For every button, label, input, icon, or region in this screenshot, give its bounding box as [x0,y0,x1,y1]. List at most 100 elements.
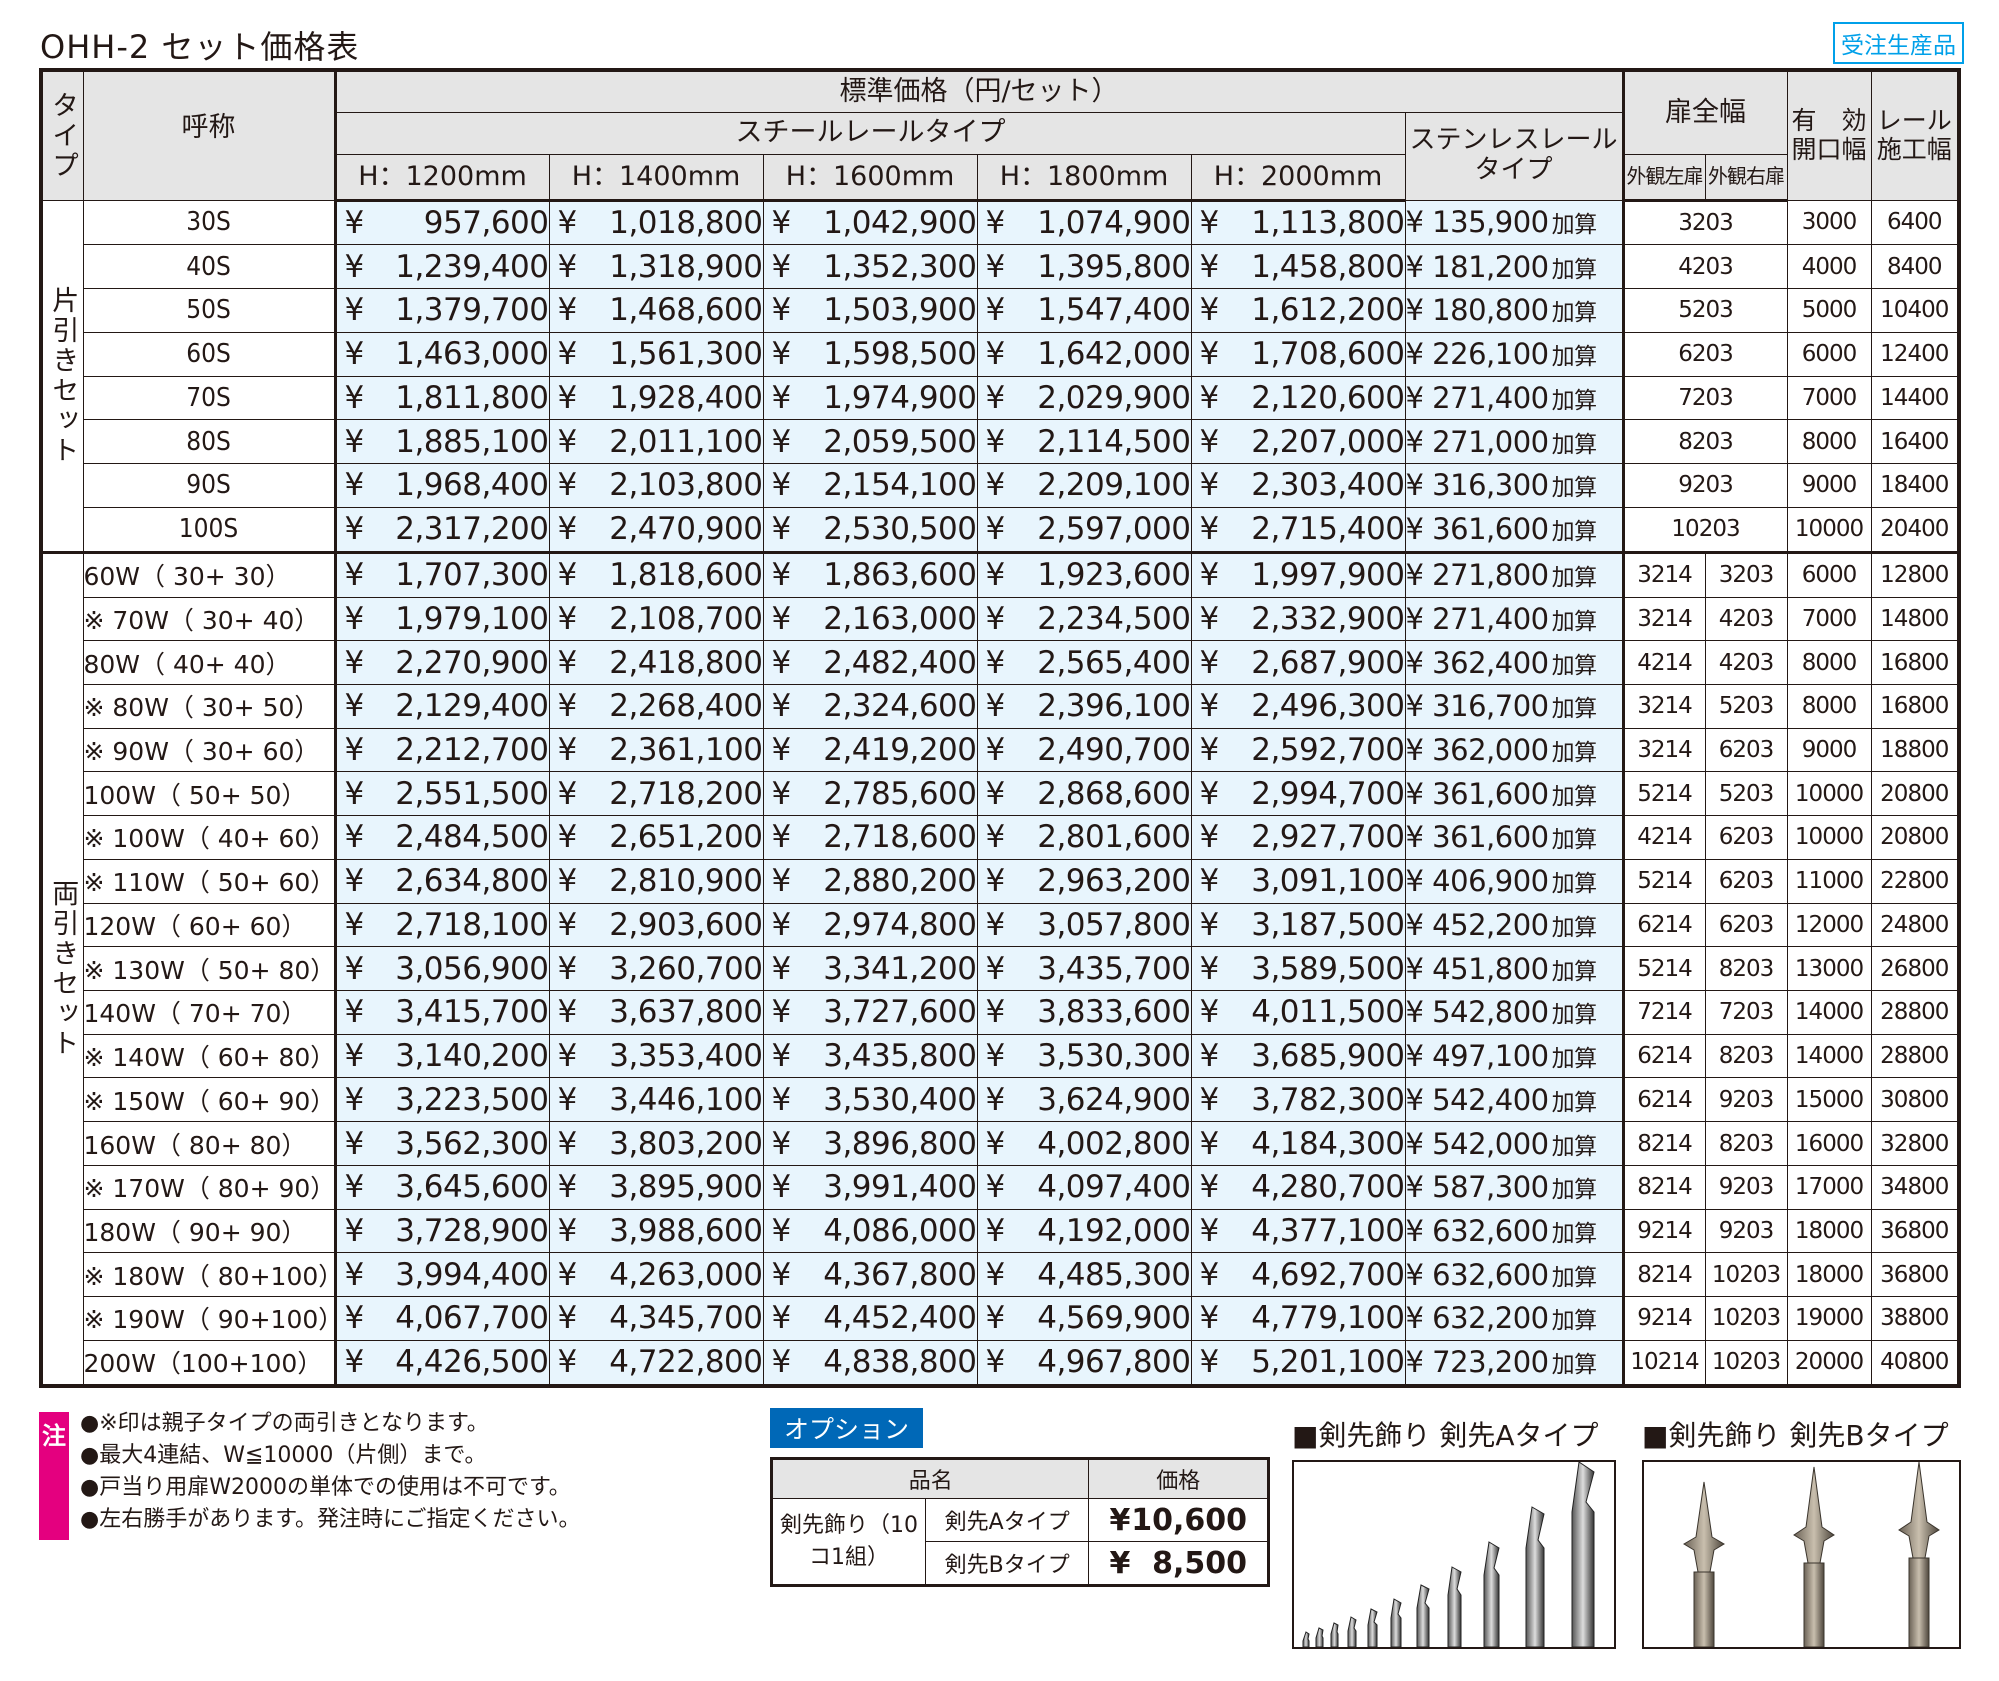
right-door-cell: 8203 [1704,1121,1788,1166]
price-value: 3,187,500 [1251,906,1405,943]
price-value: 1,379,700 [395,292,549,329]
price-value: 4,097,400 [1037,1169,1191,1206]
price-cell: ¥4,967,800 [976,1339,1192,1387]
price-cell: ¥3,991,400 [762,1164,978,1210]
effective-width-cell: 20000 [1786,1339,1872,1387]
table-row: 70S ¥1,811,800 ¥1,928,400 ¥1,974,900 ¥2,029,… [41,375,1960,421]
yen-sign: ¥ [557,775,578,812]
price-cell: ¥2,029,900 [976,375,1192,421]
price-value: 2,103,800 [609,467,763,504]
stainless-price-value: ¥ 542,000 [1405,1126,1549,1161]
yen-sign: ¥ [771,775,792,812]
effective-width-cell: 4000 [1786,244,1872,290]
price-value: 2,324,600 [823,688,977,725]
price-value: 2,163,000 [823,600,977,637]
price-cell: ¥2,718,200 [548,771,764,817]
effective-width-cell: 6000 [1786,551,1872,598]
price-value: 1,923,600 [1037,557,1191,594]
price-cell: ¥3,988,600 [548,1208,764,1254]
yen-sign: ¥ [771,863,792,900]
stainless-price-cell: ¥ 362,400 加算 [1404,640,1624,685]
price-cell: ¥3,562,300 [333,1121,550,1166]
yen-sign: ¥ [344,1038,365,1075]
stainless-price-value: ¥ 271,000 [1405,424,1549,459]
right-door-cell: 10203 [1704,1339,1788,1387]
name-cell: 180W（ 90+ 90） [82,1208,336,1254]
price-cell: ¥2,810,900 [548,858,764,904]
price-cell: ¥2,361,100 [548,727,764,773]
price-cell: ¥1,923,600 [976,551,1192,598]
stainless-price-cell: ¥ 180,800 加算 [1404,288,1624,333]
price-cell: ¥2,209,100 [976,463,1192,508]
yen-sign: ¥ [557,688,578,725]
price-value: 1,074,900 [1037,204,1191,241]
yen-sign: ¥ [985,557,1006,594]
price-value: 2,361,100 [609,732,763,769]
price-cell: ¥2,212,700 [333,727,550,773]
name-cell: ※ 190W（ 90+100） [82,1296,336,1341]
table-row: 50S ¥1,379,700 ¥1,468,600 ¥1,503,900 ¥1,547,… [41,288,1960,333]
price-value: 2,396,100 [1037,688,1191,725]
right-door-cell: 4203 [1704,596,1788,642]
price-cell: ¥2,154,100 [762,463,978,508]
yen-sign: ¥ [985,204,1006,241]
price-value: 3,435,800 [823,1038,977,1075]
yen-sign: ¥ [1199,688,1220,725]
price-value: 3,833,600 [1037,994,1191,1031]
rail-width-cell: 14400 [1870,375,1960,421]
yen-sign: ¥ [771,819,792,856]
effective-width-cell: 19000 [1786,1296,1872,1341]
table-row: 80W（ 40+ 40） ¥2,270,900 ¥2,418,800 ¥2,482,4… [41,640,1960,685]
stainless-price-cell: ¥ 632,600 加算 [1404,1208,1624,1254]
price-cell: ¥4,086,000 [762,1208,978,1254]
yen-sign: ¥ [1199,248,1220,285]
price-cell: ¥4,452,400 [762,1296,978,1341]
yen-sign: ¥ [344,819,365,856]
h1200-header: H：1200mm [333,153,550,202]
price-cell: ¥3,782,300 [1190,1077,1406,1123]
rail-width-cell: 16400 [1870,419,1960,464]
yen-sign: ¥ [557,467,578,504]
table-row: ※ 100W（ 40+ 60） ¥2,484,500 ¥2,651,200 ¥2,71… [41,815,1960,860]
price-cell: ¥2,011,100 [548,419,764,464]
rail-header: レール施工幅 [1870,70,1960,201]
table-row: ※ 80W（ 30+ 50） ¥2,129,400 ¥2,268,400 ¥2,324… [41,683,1960,729]
yen-sign: ¥ [344,732,365,769]
table-row: 片引きセット 30S ¥957,600 ¥1,018,800 ¥1,042,900 ¥1,… [40,199,1960,554]
price-value: 1,708,600 [1251,336,1405,373]
left-door-cell: 3214 [1621,551,1706,598]
yen-sign: ¥ [557,994,578,1031]
stainless-header: ステンレスレールタイプ [1404,111,1624,201]
stainless-price-cell: ¥ 361,600 加算 [1404,506,1624,554]
price-value: 1,503,900 [823,292,977,329]
price-value: 1,458,800 [1251,248,1405,285]
price-cell: ¥2,634,800 [333,858,550,904]
stainless-price-cell: ¥ 452,200 加算 [1404,902,1624,948]
yen-sign: ¥ [344,204,365,241]
price-value: 4,011,500 [1251,994,1405,1031]
name-cell: ※ 180W（ 80+100） [82,1252,336,1298]
yen-sign: ¥ [771,1081,792,1118]
option-item-price: ¥10,600 [1088,1498,1269,1542]
price-value: 2,715,400 [1251,511,1405,548]
price-cell: ¥2,963,200 [976,858,1192,904]
price-cell: ¥2,268,400 [548,683,764,729]
price-value: 2,651,200 [609,819,763,856]
price-cell: ¥2,880,200 [762,858,978,904]
door-width-cell: 3203 [1621,199,1788,246]
rail-width-cell: 36800 [1870,1252,1960,1298]
price-cell: ¥2,419,200 [762,727,978,773]
price-value: 2,108,700 [609,600,763,637]
add-label: 加算 [1551,212,1598,239]
price-cell: ¥2,396,100 [976,683,1192,729]
price-cell: ¥1,811,800 [333,375,550,421]
yen-sign: ¥ [344,336,365,373]
price-value: 3,727,600 [823,994,977,1031]
add-label: 加算 [1551,431,1598,458]
yen-sign: ¥ [344,775,365,812]
price-cell: ¥2,103,800 [548,463,764,508]
price-cell: ¥2,317,200 [333,506,550,554]
effective-width-cell: 18000 [1786,1208,1872,1254]
price-value: 3,435,700 [1037,950,1191,987]
table-row: ※ 70W（ 30+ 40） ¥1,979,100 ¥2,108,700 ¥2,163… [41,596,1960,642]
